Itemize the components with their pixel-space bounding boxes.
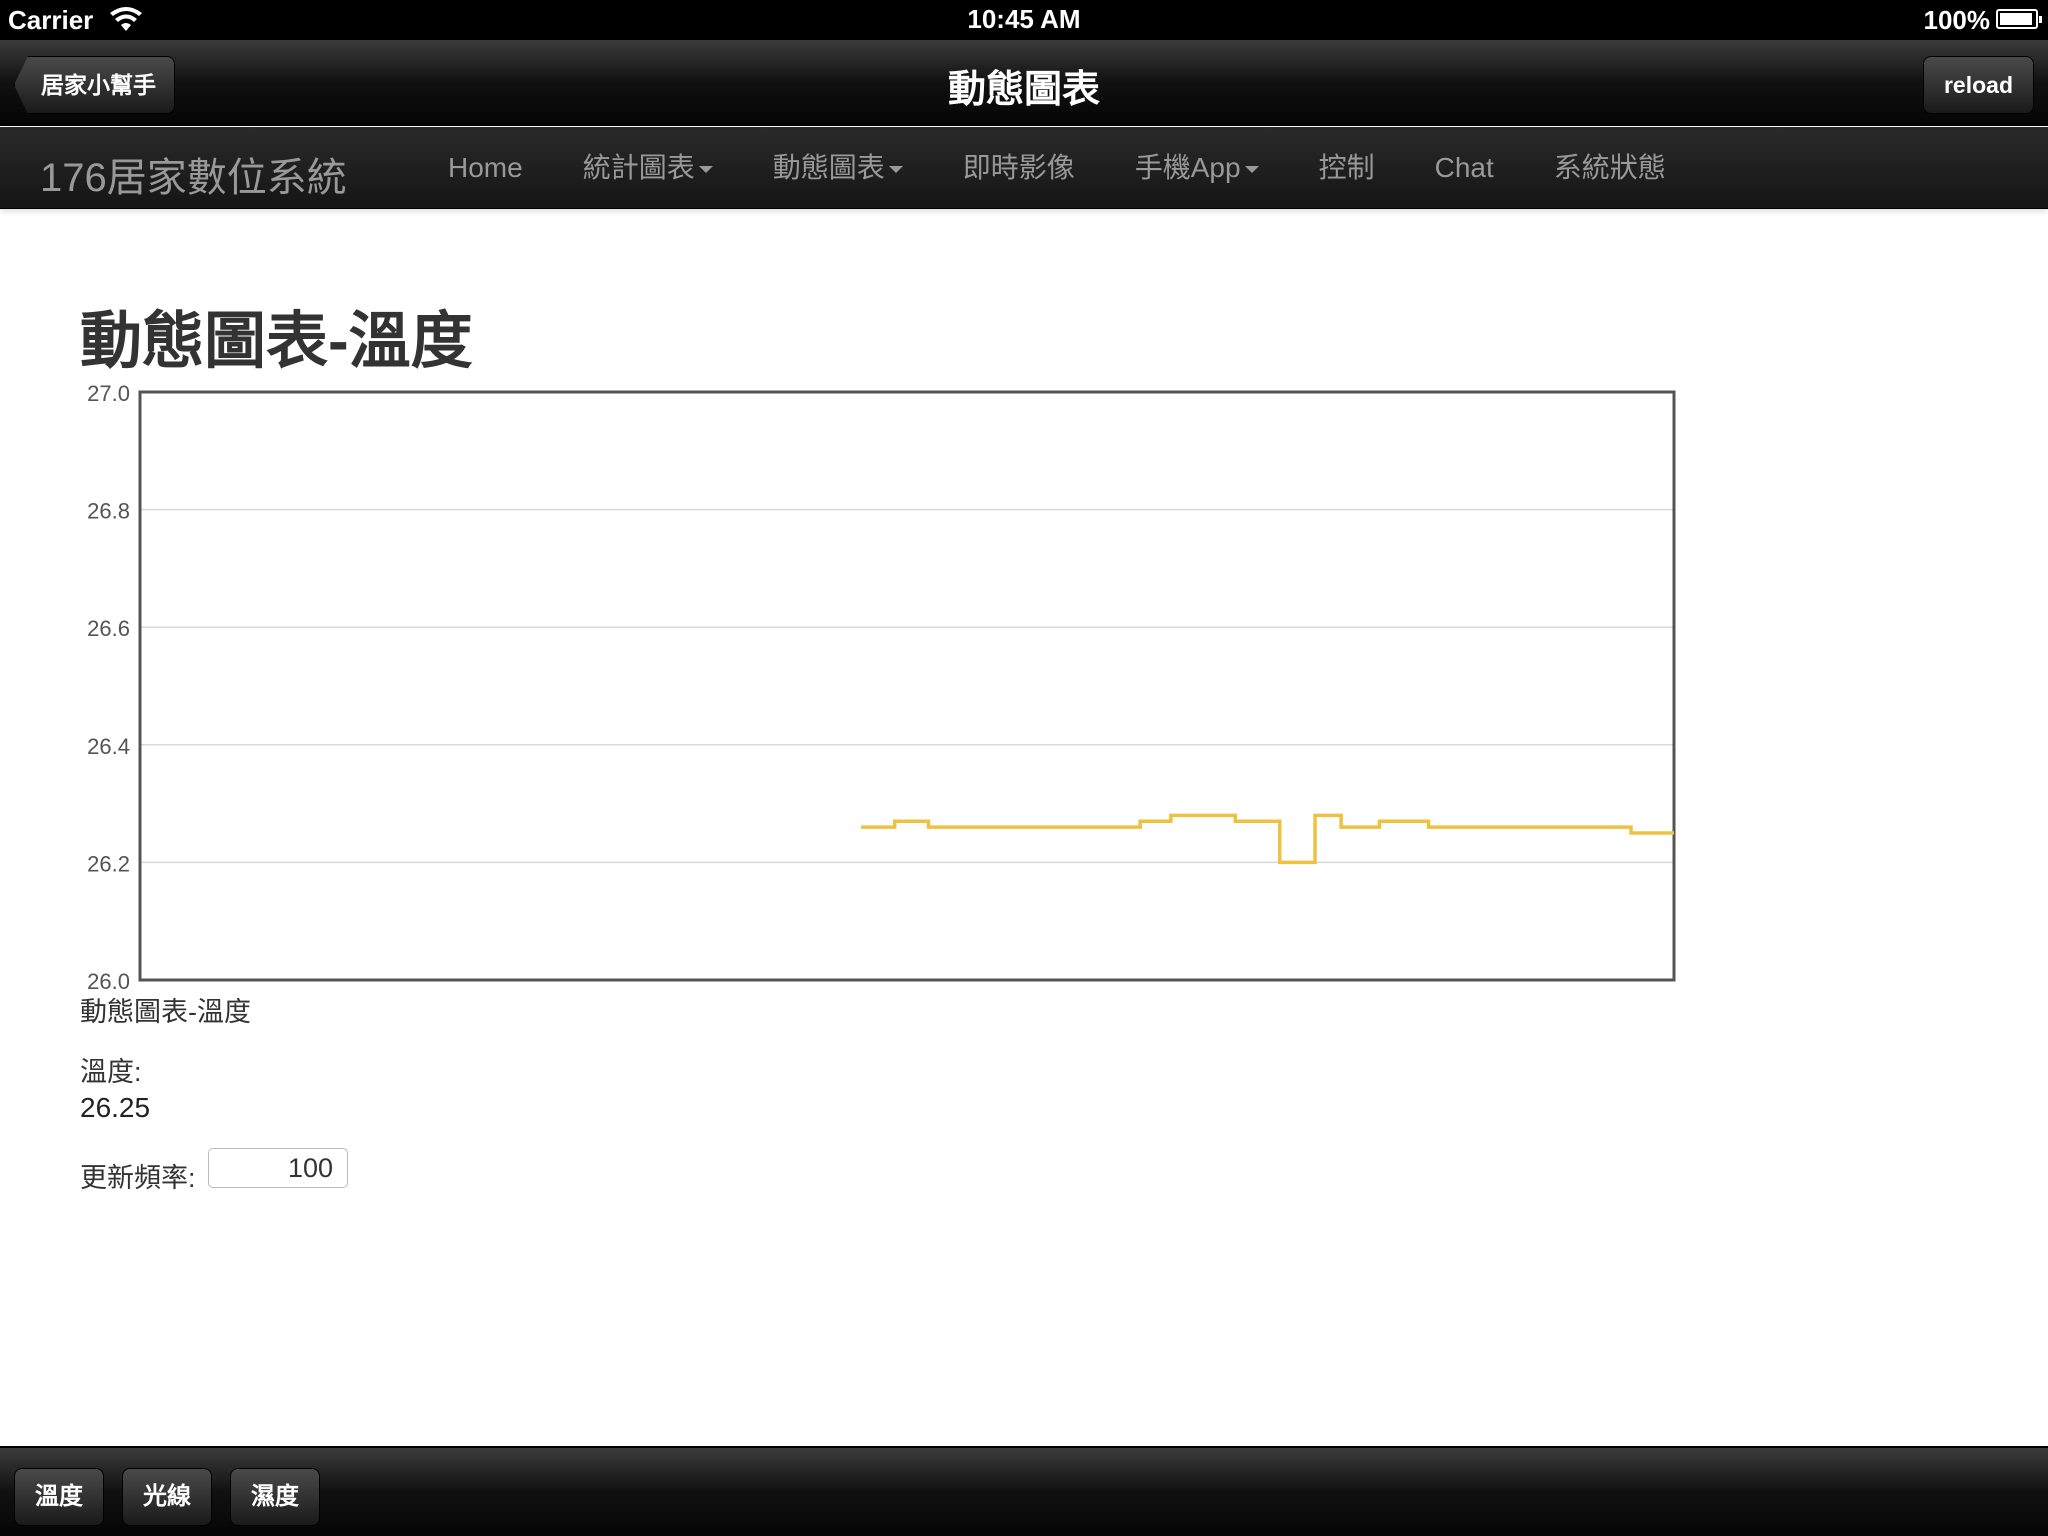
- y-tick-label: 27.0: [87, 381, 130, 406]
- chart-caption: 動態圖表-溫度: [80, 997, 251, 1027]
- y-tick-label: 26.4: [87, 734, 130, 759]
- menu-item-statistics[interactable]: 統計圖表: [553, 127, 743, 209]
- menu-item-chat[interactable]: Chat: [1405, 127, 1524, 209]
- page-title: 動態圖表-溫度: [80, 307, 473, 376]
- bottom-toolbar: 溫度 光線 濕度: [0, 1446, 2048, 1536]
- nav-title: 動態圖表: [947, 69, 1100, 111]
- y-tick-label: 26.6: [87, 616, 130, 641]
- clock: 10:45 AM: [967, 4, 1081, 34]
- caret-down-icon: [888, 166, 903, 174]
- menu-item-control[interactable]: 控制: [1289, 127, 1405, 209]
- site-brand[interactable]: 176居家數位系統: [40, 145, 347, 203]
- temperature-label: 溫度:: [80, 1057, 142, 1087]
- menu-item-mobile-app[interactable]: 手機App: [1105, 127, 1289, 209]
- temperature-value: 26.25: [80, 1092, 151, 1123]
- y-tick-label: 26.8: [87, 499, 130, 524]
- update-rate-input[interactable]: [208, 1148, 348, 1188]
- humidity-button[interactable]: 濕度: [230, 1468, 320, 1526]
- menu-item-live-video[interactable]: 即時影像: [933, 127, 1105, 209]
- site-menu: Home 統計圖表 動態圖表 即時影像 手機App 控制 Chat 系統狀態: [418, 127, 1696, 209]
- menu-item-home[interactable]: Home: [418, 127, 553, 209]
- temperature-series-line: [860, 813, 1674, 865]
- update-rate-label: 更新頻率:: [80, 1163, 196, 1193]
- y-tick-label: 26.0: [87, 969, 130, 990]
- reload-button[interactable]: reload: [1922, 56, 2034, 114]
- temperature-button[interactable]: 溫度: [14, 1468, 104, 1526]
- caret-down-icon: [698, 166, 713, 174]
- site-menu-bar: 176居家數位系統 Home 統計圖表 動態圖表 即時影像 手機App 控制 C…: [0, 127, 2048, 209]
- y-tick-label: 26.2: [87, 851, 130, 876]
- menu-item-dynamic-chart[interactable]: 動態圖表: [743, 127, 933, 209]
- status-bar: Carrier 10:45 AM 100%: [0, 0, 2048, 40]
- navigation-bar: 居家小幫手 動態圖表 reload: [0, 40, 2048, 126]
- battery-percent: 100%: [1923, 5, 1991, 35]
- light-button[interactable]: 光線: [122, 1468, 212, 1526]
- battery-icon: [1996, 9, 2042, 29]
- plot-frame: [138, 390, 1676, 982]
- caret-down-icon: [1244, 166, 1259, 174]
- menu-item-system-status[interactable]: 系統狀態: [1524, 127, 1696, 209]
- temperature-chart: 27.0 26.8 26.6 26.4 26.2 26.0: [87, 381, 1676, 990]
